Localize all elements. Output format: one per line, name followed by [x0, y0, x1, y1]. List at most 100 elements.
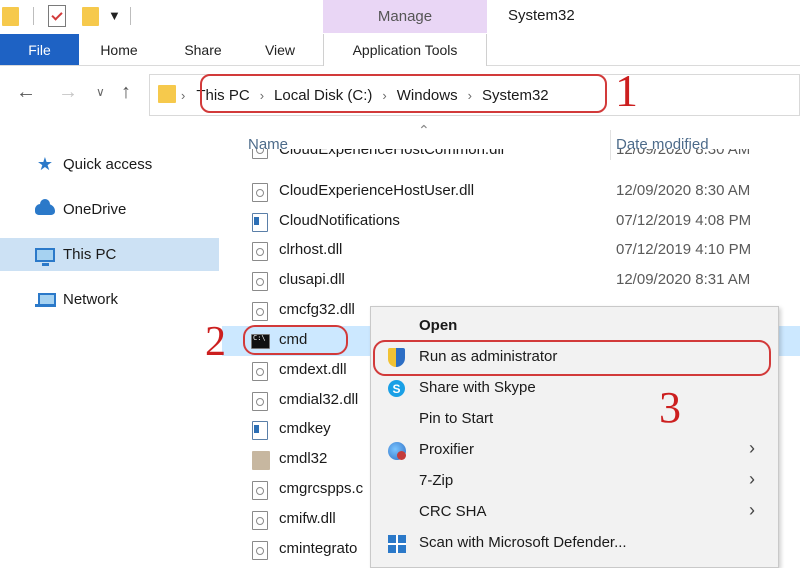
menu-item-label: Share with Skype [419, 379, 536, 396]
tab-view[interactable]: View [252, 34, 308, 65]
file-name: cmgrcspps.c [279, 480, 364, 497]
manage-context-tab[interactable]: Manage [323, 0, 487, 33]
menu-item-open[interactable]: Open [371, 311, 778, 342]
menu-item-label: Scan with Microsoft Defender... [419, 534, 627, 551]
menu-item-label: Proxifier [419, 441, 475, 458]
application-icon [252, 421, 268, 440]
file-date: 12/09/2020 8:30 AM [616, 149, 751, 158]
breadcrumb-separator-icon[interactable]: › [382, 88, 386, 103]
sidebar-item-label: Quick access [63, 156, 153, 173]
table-row[interactable]: CloudExperienceHostCommon.dll 12/09/2020… [222, 149, 800, 165]
sidebar-item-label: This PC [63, 246, 117, 263]
address-bar[interactable]: › This PC › Local Disk (C:) › Windows › … [149, 74, 800, 116]
breadcrumb-windows[interactable]: Windows [397, 87, 458, 104]
menu-item-label: Run as administrator [419, 348, 558, 365]
file-date: 12/09/2020 8:31 AM [616, 271, 751, 288]
menu-item-scan-with-defender[interactable]: Scan with Microsoft Defender... [371, 528, 778, 559]
breadcrumb-this-pc[interactable]: This PC [196, 87, 249, 104]
sort-ascending-icon: ⌃ [418, 124, 430, 138]
breadcrumb-separator-icon[interactable]: › [260, 88, 264, 103]
file-date: 12/09/2020 8:30 AM [616, 182, 751, 199]
file-name: clrhost.dll [279, 241, 343, 258]
navigation-bar: ← → ∨ ↑ › This PC › Local Disk (C:) › Wi… [0, 66, 800, 124]
table-row[interactable]: CloudNotifications 07/12/2019 4:08 PM [222, 207, 800, 237]
breadcrumb-separator-icon[interactable]: › [181, 88, 185, 103]
uac-shield-icon [387, 348, 406, 367]
breadcrumb: › This PC › Local Disk (C:) › Windows › … [178, 75, 549, 115]
table-row[interactable]: clusapi.dll 12/09/2020 8:31 AM [222, 266, 800, 296]
application-icon [252, 213, 268, 232]
file-name: CloudExperienceHostCommon.dll [279, 149, 505, 158]
tab-application-tools[interactable]: Application Tools [323, 34, 487, 66]
table-row[interactable]: clrhost.dll 07/12/2019 4:10 PM [222, 236, 800, 266]
context-menu: Open Run as administrator S Share with S… [370, 306, 779, 568]
file-name: CloudNotifications [279, 212, 400, 229]
file-name: cmifw.dll [279, 510, 336, 527]
menu-item-label: Pin to Start [419, 410, 494, 427]
menu-item-label: 7-Zip [419, 472, 454, 489]
menu-item-run-as-administrator[interactable]: Run as administrator [371, 342, 778, 373]
computer-icon [34, 246, 56, 266]
sidebar-item-onedrive[interactable]: OneDrive [0, 193, 219, 226]
menu-item-7-zip[interactable]: 7-Zip › [371, 466, 778, 497]
menu-item-pin-to-start[interactable]: Pin to Start [371, 404, 778, 435]
file-name: cmdial32.dll [279, 391, 359, 408]
file-name: cmd [279, 331, 308, 348]
back-arrow-icon[interactable]: ← [16, 81, 36, 104]
dll-file-icon [252, 302, 268, 321]
file-date: 07/12/2019 4:10 PM [616, 241, 752, 258]
tab-file[interactable]: File [0, 34, 79, 65]
dll-file-icon [252, 272, 268, 291]
file-name: cmcfg32.dll [279, 301, 355, 318]
skype-icon: S [387, 379, 406, 398]
file-name: cmintegrato [279, 540, 358, 557]
toolbar-divider [130, 7, 131, 25]
forward-arrow-icon[interactable]: → [58, 81, 78, 104]
dll-file-icon [252, 511, 268, 530]
menu-item-proxifier[interactable]: Proxifier › [371, 435, 778, 466]
menu-item-label: Open [419, 317, 458, 334]
setup-program-icon [252, 451, 270, 470]
breadcrumb-separator-icon[interactable]: › [468, 88, 472, 103]
file-name: CloudExperienceHostUser.dll [279, 182, 475, 199]
tab-share[interactable]: Share [172, 34, 234, 65]
window-title: System32 [508, 7, 575, 24]
dll-file-icon [252, 392, 268, 411]
recent-locations-chevron-icon[interactable]: ∨ [96, 85, 105, 99]
new-folder-icon[interactable] [82, 7, 99, 26]
cloud-icon [34, 199, 56, 219]
toolbar-divider [33, 7, 34, 25]
sidebar-item-label: OneDrive [63, 201, 127, 218]
file-date: 07/12/2019 4:08 PM [616, 212, 752, 229]
tab-home[interactable]: Home [88, 34, 150, 65]
chevron-right-icon: › [749, 500, 755, 520]
network-icon [34, 291, 56, 309]
defender-icon [387, 534, 406, 553]
chevron-right-icon: › [749, 438, 755, 458]
sidebar-item-label: Network [63, 291, 119, 308]
dll-file-icon [252, 183, 268, 202]
menu-item-share-with-skype[interactable]: S Share with Skype [371, 373, 778, 404]
file-name: cmdl32 [279, 450, 328, 467]
breadcrumb-local-disk[interactable]: Local Disk (C:) [274, 87, 372, 104]
sidebar-item-this-pc[interactable]: This PC [0, 238, 219, 271]
menu-item-label: CRC SHA [419, 503, 487, 520]
ribbon-tabs: File Home Share View Application Tools [0, 34, 800, 66]
dll-file-icon [252, 362, 268, 381]
navigation-pane: ★ Quick access OneDrive This PC Network [0, 124, 222, 568]
table-row[interactable]: CloudExperienceHostUser.dll 12/09/2020 8… [222, 177, 800, 207]
customize-toolbar-icon[interactable]: ▼︎ [108, 8, 121, 23]
title-bar: ▼︎ Manage System32 [0, 0, 800, 34]
sidebar-item-quick-access[interactable]: ★ Quick access [0, 148, 219, 181]
menu-item-crc-sha[interactable]: CRC SHA › [371, 497, 778, 528]
file-name: clusapi.dll [279, 271, 345, 288]
command-prompt-icon [251, 334, 270, 349]
up-arrow-icon[interactable]: ↑ [121, 81, 131, 104]
folder-icon[interactable] [2, 7, 19, 26]
folder-icon [158, 85, 176, 103]
sidebar-item-network[interactable]: Network [0, 283, 219, 316]
properties-icon[interactable] [48, 5, 66, 27]
file-name: cmdkey [279, 420, 331, 437]
proxifier-icon [387, 441, 406, 460]
breadcrumb-system32[interactable]: System32 [482, 87, 549, 104]
